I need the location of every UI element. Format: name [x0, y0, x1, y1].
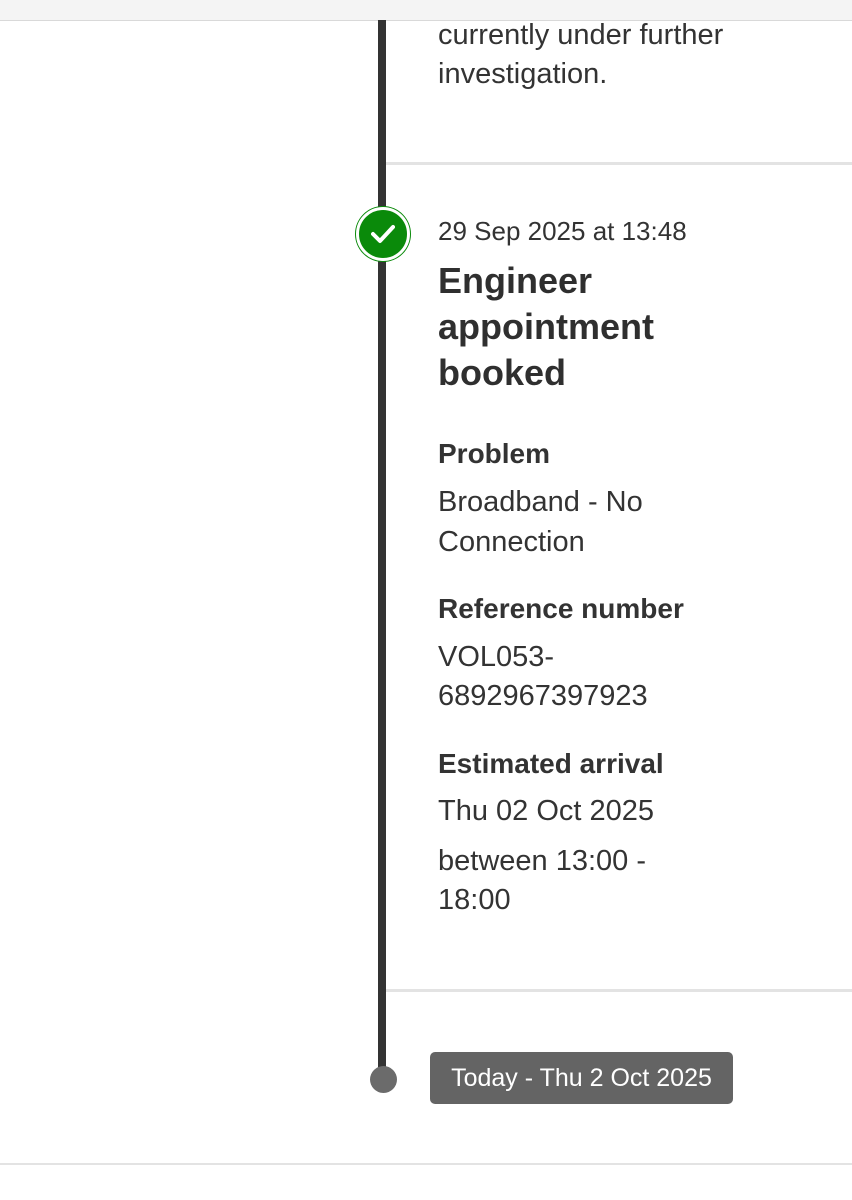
reference-number-value-line1: VOL053-: [438, 641, 555, 673]
event-divider-bottom: [386, 989, 852, 992]
event-timestamp: 29 Sep 2025 at 13:48: [438, 216, 687, 246]
previous-event-description-line1: currently under further: [438, 19, 724, 51]
estimated-arrival-date: Thu 02 Oct 2025: [438, 795, 655, 827]
reference-number-label: Reference number: [438, 593, 684, 624]
today-badge: Today - Thu 2 Oct 2025: [430, 1052, 733, 1104]
bottom-divider: [0, 1163, 852, 1165]
completed-status-marker: [356, 207, 410, 261]
problem-label: Problem: [438, 438, 551, 469]
estimated-arrival-label: Estimated arrival: [438, 748, 664, 779]
top-header-strip: [0, 0, 852, 21]
problem-value-line2: Connection: [438, 526, 585, 558]
check-icon: [371, 225, 395, 243]
estimated-arrival-window-line2: 18:00: [438, 884, 511, 916]
problem-value-line1: Broadband - No: [438, 486, 643, 518]
event-title-line2: appointment: [438, 306, 654, 347]
event-divider-top: [386, 162, 852, 165]
timeline-end-dot: [370, 1066, 397, 1093]
timeline-line: [378, 20, 386, 1079]
previous-event-description-line2: investigation.: [438, 58, 608, 90]
estimated-arrival-window-line1: between 13:00 -: [438, 845, 646, 877]
event-title-line1: Engineer: [438, 260, 593, 301]
event-title-line3: booked: [438, 352, 567, 393]
reference-number-value-line2: 6892967397923: [438, 680, 648, 712]
